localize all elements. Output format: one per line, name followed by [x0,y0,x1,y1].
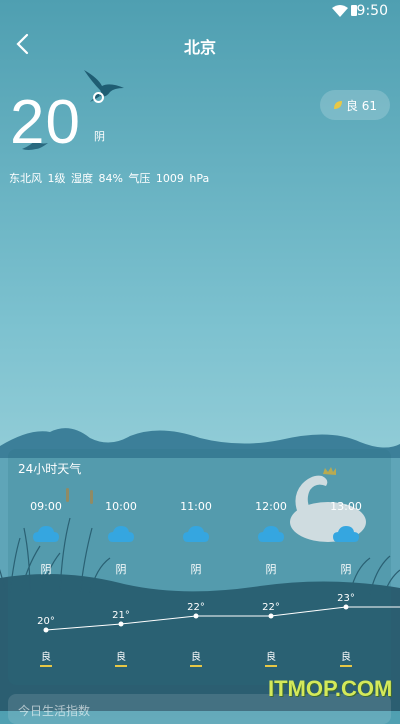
current-condition: 阴 [94,130,105,143]
hour-aqi: 良 [256,648,286,667]
watermark-logo: ITMOP.COM [268,676,393,701]
hour-item-13:00: 13:00 阴 [320,500,372,577]
hour-item-09:00: 09:00 阴 [20,500,72,577]
status-time: 9:50 [356,3,388,19]
hour-time: 11:00 [180,500,212,513]
trend-point [268,613,274,619]
hour-item-11:00: 11:00 阴 [170,500,222,577]
hour-condition: 阴 [40,563,52,576]
hour-condition: 阴 [190,563,202,576]
hour-time: 10:00 [105,500,137,513]
hour-aqi: 良 [106,648,136,667]
trend-point [43,627,49,633]
hour-condition: 阴 [340,563,352,576]
aqi-underline [115,665,127,667]
wifi-icon [332,5,348,17]
hour-condition: 阴 [265,563,277,576]
cloud-icon [108,526,134,542]
hour-item-12:00: 12:00 阴 [245,500,297,577]
trend-point [343,604,349,610]
hourly-forecast-title: 24小时天气 [18,462,82,476]
hour-aqi: 良 [331,648,361,667]
aqi-badge[interactable]: 良 61 [320,90,390,120]
trend-temp-label: 21° [112,610,130,621]
aqi-underline [190,665,202,667]
trend-temp-label: 20° [37,616,55,627]
cloud-icon [33,526,59,542]
aqi-label: 良 61 [345,98,378,113]
status-bar: 9:50 [0,0,400,24]
hour-item-10:00: 10:00 阴 [95,500,147,577]
trend-temp-label: 23° [337,593,355,604]
leaf-icon [333,101,342,109]
aqi-underline [265,665,277,667]
cloud-icon [258,526,284,542]
weather-details: 东北风 1级 湿度 84% 气压 1009 hPa [9,172,210,185]
hour-time: 09:00 [30,500,62,513]
swallow-bird-illustration [84,70,124,102]
aqi-underline [40,665,52,667]
trend-point [193,613,199,619]
trend-point [118,621,124,627]
cloud-icon [333,526,359,542]
hour-time: 12:00 [255,500,287,513]
current-temperature: 20 [10,88,81,157]
cloud-icon [183,526,209,542]
trend-temp-label: 22° [187,602,205,613]
hour-time: 13:00 [330,500,362,513]
aqi-underline [340,665,352,667]
city-title: 北京 [183,38,216,57]
trend-path [45,606,400,631]
hour-condition: 阴 [115,563,127,576]
temperature-trend-line: 20° 21° 22° 22° 23° [37,593,400,633]
hour-aqi: 良 [181,648,211,667]
trend-temp-label: 22° [262,602,280,613]
degree-symbol [93,92,104,103]
hour-aqi: 良 [31,648,61,667]
